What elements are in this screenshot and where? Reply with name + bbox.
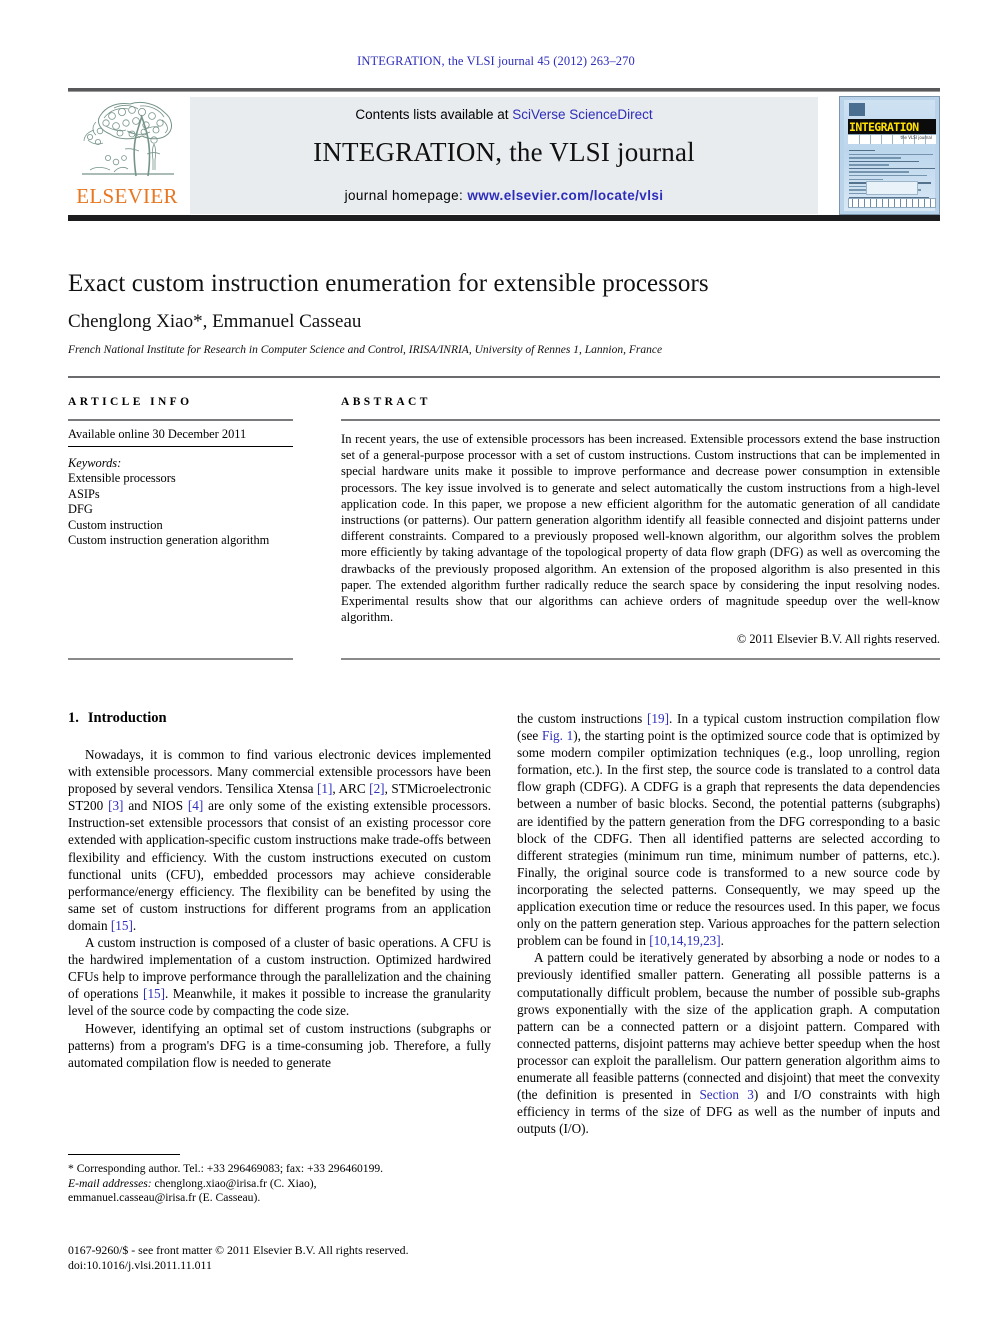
cover-footer-box bbox=[866, 181, 918, 195]
journal-title: INTEGRATION, the VLSI journal bbox=[313, 137, 695, 167]
abstract-column: ABSTRACT In recent years, the use of ext… bbox=[341, 396, 940, 647]
homepage-prefix: journal homepage: bbox=[344, 188, 468, 203]
journal-homepage-link[interactable]: www.elsevier.com/locate/vlsi bbox=[467, 188, 663, 203]
footnote-divider bbox=[68, 1154, 180, 1155]
imprint-block: 0167-9260/$ - see front matter © 2011 El… bbox=[68, 1243, 508, 1273]
masthead-bottom-rule bbox=[68, 215, 940, 221]
elsevier-tree-icon bbox=[82, 101, 174, 177]
doi: doi:10.1016/j.vlsi.2011.11.011 bbox=[68, 1258, 212, 1272]
abstract-bottom-rule-left bbox=[68, 658, 293, 660]
contents-prefix: Contents lists available at bbox=[355, 107, 513, 122]
journal-masthead: ELSEVIER Contents lists available at Sci… bbox=[68, 88, 940, 223]
cover-publisher-logo-icon bbox=[849, 103, 865, 116]
paragraph: A pattern could be iteratively generated… bbox=[517, 950, 940, 1137]
issn-front-matter: 0167-9260/$ - see front matter © 2011 El… bbox=[68, 1243, 409, 1257]
available-online: Available online 30 December 2011 bbox=[68, 427, 293, 447]
affiliation: French National Institute for Research i… bbox=[68, 344, 663, 356]
author-list: Chenglong Xiao*, Emmanuel Casseau bbox=[68, 311, 362, 332]
abstract-heading: ABSTRACT bbox=[341, 396, 431, 408]
page-title: Exact custom instruction enumeration for… bbox=[68, 270, 709, 297]
journal-cover-thumbnail[interactable]: INTEGRATION the VLSI journal bbox=[839, 96, 940, 215]
running-head: INTEGRATION, the VLSI journal 45 (2012) … bbox=[357, 54, 635, 68]
article-info-underline bbox=[68, 419, 293, 421]
article-info-heading: ARTICLE INFO bbox=[68, 396, 193, 408]
elsevier-logo: ELSEVIER bbox=[68, 96, 186, 214]
paragraph: the custom instructions [19]. In a typic… bbox=[517, 711, 941, 949]
cover-inner: INTEGRATION the VLSI journal bbox=[844, 100, 936, 211]
keywords-label: Keywords: bbox=[68, 456, 122, 470]
email-line-1: chenglong.xiao@irisa.fr (C. Xiao), bbox=[151, 1176, 317, 1190]
keyword-item: Custom instruction generation algorithm bbox=[68, 533, 270, 547]
journal-homepage-line: journal homepage: www.elsevier.com/locat… bbox=[190, 188, 818, 203]
cover-barcode bbox=[848, 198, 936, 208]
sciencedirect-link[interactable]: SciVerse ScienceDirect bbox=[512, 107, 652, 122]
abstract-underline bbox=[341, 419, 940, 421]
abstract-bottom-rule-right bbox=[341, 658, 940, 660]
email-line-2: emmanuel.casseau@irisa.fr (E. Casseau). bbox=[68, 1191, 261, 1205]
abstract-section-top-rule bbox=[68, 376, 940, 378]
body-column-right: the custom instructions [19]. In a typic… bbox=[517, 710, 940, 1137]
keyword-item: Extensible processors bbox=[68, 471, 176, 485]
keyword-item: DFG bbox=[68, 502, 93, 516]
masthead-top-rule bbox=[68, 88, 940, 92]
section-number: 1. bbox=[68, 710, 79, 726]
abstract-copyright: © 2011 Elsevier B.V. All rights reserved… bbox=[736, 632, 940, 647]
cover-title-banner: INTEGRATION bbox=[848, 119, 936, 134]
paper-page: INTEGRATION, the VLSI journal 45 (2012) … bbox=[0, 0, 992, 1323]
paragraph: However, identifying an optimal set of c… bbox=[68, 1020, 491, 1070]
cover-subtitle-text: the VLSI journal bbox=[900, 135, 932, 140]
abstract-text: In recent years, the use of extensible p… bbox=[341, 432, 940, 625]
keyword-item: Custom instruction bbox=[68, 517, 163, 532]
paragraph: Nowadays, it is common to find various e… bbox=[68, 747, 492, 933]
contents-list-line: Contents lists available at SciVerse Sci… bbox=[190, 107, 818, 122]
masthead-panel: Contents lists available at SciVerse Sci… bbox=[190, 97, 818, 214]
cover-title-text: INTEGRATION bbox=[849, 120, 919, 134]
paragraph: A custom instruction is composed of a cl… bbox=[68, 935, 491, 1019]
elsevier-wordmark: ELSEVIER bbox=[76, 184, 178, 208]
section-label: Introduction bbox=[87, 710, 167, 726]
email-label: E-mail addresses: bbox=[68, 1176, 152, 1190]
keyword-item: ASIPs bbox=[68, 486, 100, 501]
footnote-block: * Corresponding author. Tel.: +33 296469… bbox=[68, 1154, 491, 1206]
corresponding-author-note: * Corresponding author. Tel.: +33 296469… bbox=[68, 1162, 384, 1175]
email-addresses-note: E-mail addresses: chenglong.xiao@irisa.f… bbox=[68, 1177, 491, 1192]
section-heading-introduction: 1. Introduction bbox=[68, 710, 491, 727]
article-info-column: ARTICLE INFO Available online 30 Decembe… bbox=[68, 396, 293, 549]
body-column-left: 1. Introduction Nowadays, it is common to… bbox=[68, 710, 491, 1071]
